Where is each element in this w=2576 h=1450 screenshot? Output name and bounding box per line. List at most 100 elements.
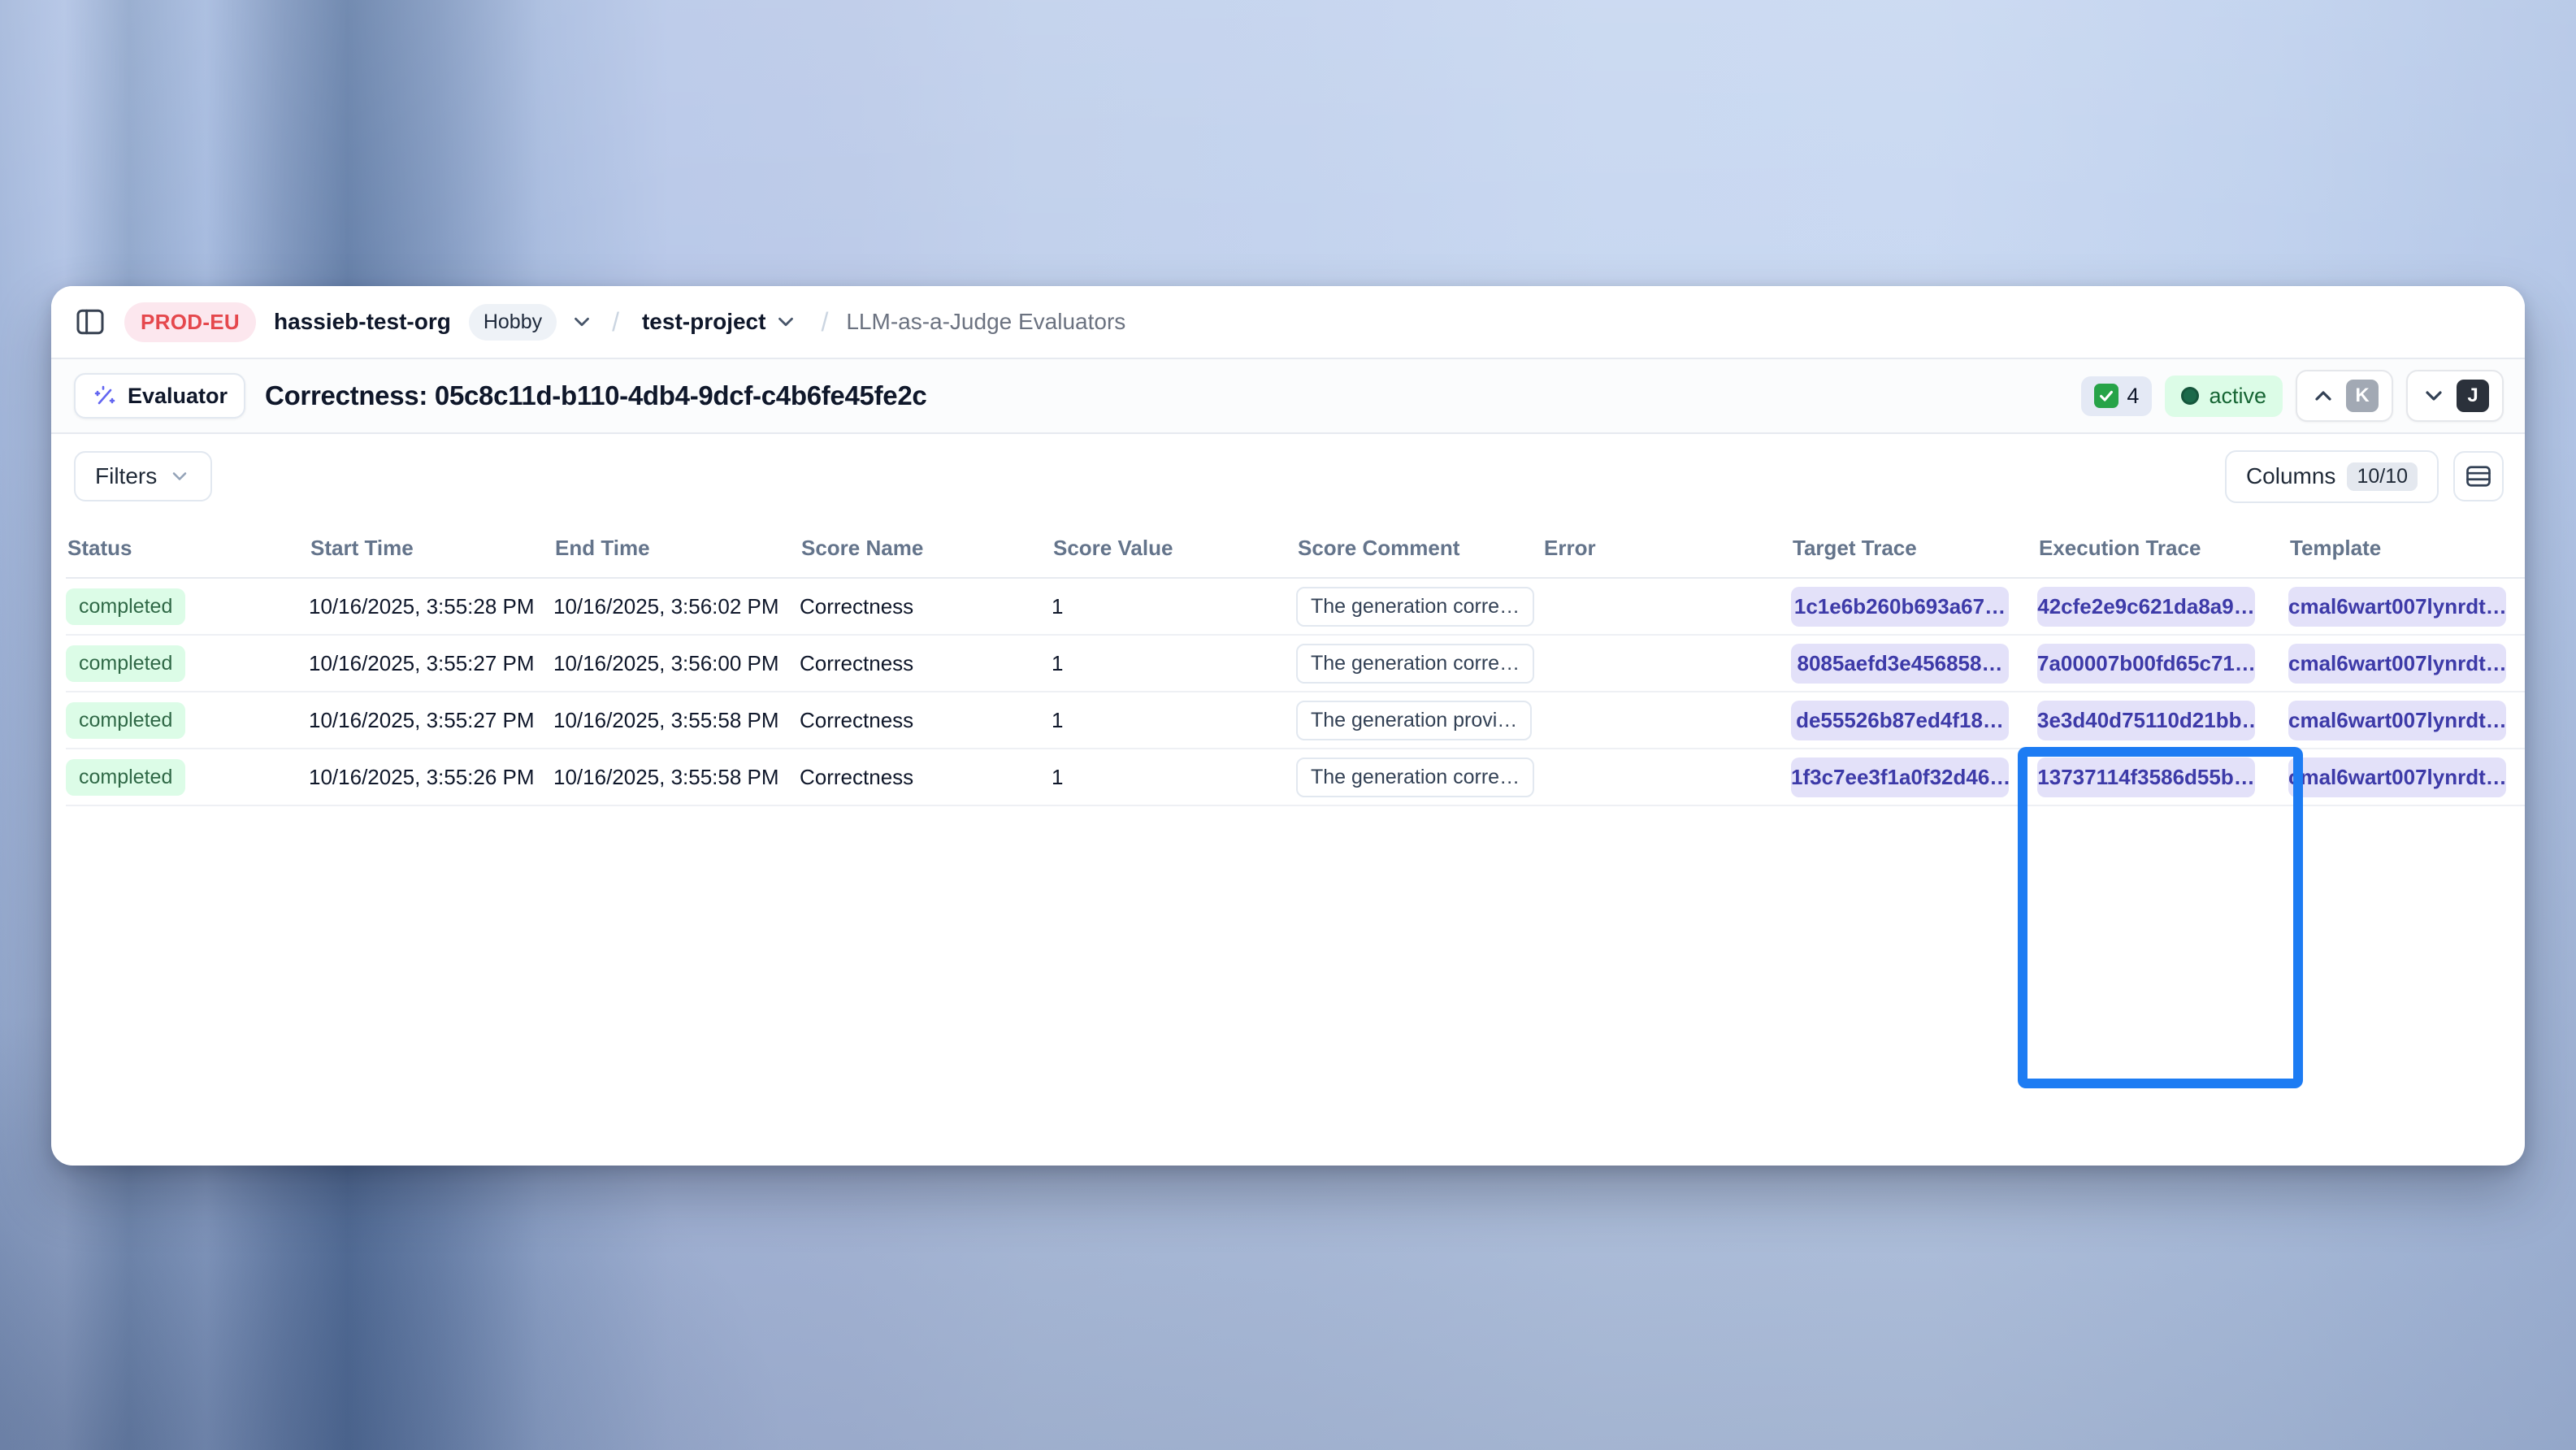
evaluation-count: 4 xyxy=(2127,384,2139,409)
evaluation-count-badge: 4 xyxy=(2081,376,2152,416)
project-switcher-button[interactable]: test-project xyxy=(637,308,803,336)
end-time-cell: 10/16/2025, 3:56:00 PM xyxy=(553,651,800,676)
start-time-cell: 10/16/2025, 3:55:26 PM xyxy=(309,765,553,790)
table-header-row: StatusStart TimeEnd TimeScore NameScore … xyxy=(66,519,2525,579)
table-row[interactable]: completed 10/16/2025, 3:55:27 PM 10/16/2… xyxy=(66,636,2525,692)
table-row[interactable]: completed 10/16/2025, 3:55:28 PM 10/16/2… xyxy=(66,579,2525,636)
template-link[interactable]: cmal6wart007lynrdt… xyxy=(2288,758,2506,797)
column-header-execution-trace: Execution Trace xyxy=(2037,536,2288,561)
end-time-cell: 10/16/2025, 3:55:58 PM xyxy=(553,708,800,733)
score-value-cell: 1 xyxy=(1052,651,1296,676)
execution-trace-link[interactable]: 42cfe2e9c621da8a9… xyxy=(2037,587,2255,627)
target-trace-cell: de55526b87ed4f18… xyxy=(1791,701,2037,740)
target-trace-cell: 1c1e6b260b693a67… xyxy=(1791,587,2037,627)
evaluator-type-badge[interactable]: Evaluator xyxy=(74,373,245,419)
target-trace-cell: 1f3c7ee3f1a0f32d46… xyxy=(1791,758,2037,797)
chevron-down-icon xyxy=(2421,383,2447,409)
environment-badge: PROD-EU xyxy=(124,302,256,342)
template-cell: cmal6wart007lynrdt… xyxy=(2288,758,2525,797)
table-row[interactable]: completed 10/16/2025, 3:55:27 PM 10/16/2… xyxy=(66,692,2525,749)
column-header-end-time: End Time xyxy=(553,536,800,561)
columns-count-badge: 10/10 xyxy=(2347,462,2418,491)
plan-badge: Hobby xyxy=(469,304,557,341)
shortcut-key-j: J xyxy=(2457,380,2489,412)
column-header-status: Status xyxy=(66,536,309,561)
navigate-down-button[interactable]: J xyxy=(2406,370,2504,422)
target-trace-link[interactable]: 8085aefd3e456858… xyxy=(1791,644,2009,684)
breadcrumb-separator: / xyxy=(612,307,619,337)
score-comment-pill[interactable]: The generation corre… xyxy=(1296,587,1534,627)
score-comment-pill[interactable]: The generation corre… xyxy=(1296,644,1534,684)
end-time-cell: 10/16/2025, 3:55:58 PM xyxy=(553,765,800,790)
status-badge: completed xyxy=(66,702,185,739)
score-comment-pill[interactable]: The generation provi… xyxy=(1296,701,1532,740)
table-row[interactable]: completed 10/16/2025, 3:55:26 PM 10/16/2… xyxy=(66,749,2525,806)
filters-button[interactable]: Filters xyxy=(74,451,212,501)
status-badge: completed xyxy=(66,759,185,796)
breadcrumb-project: test-project xyxy=(642,309,765,335)
score-name-cell: Correctness xyxy=(800,594,1052,619)
template-cell: cmal6wart007lynrdt… xyxy=(2288,701,2525,740)
column-header-score-value: Score Value xyxy=(1052,536,1296,561)
start-time-cell: 10/16/2025, 3:55:28 PM xyxy=(309,594,553,619)
target-trace-link[interactable]: de55526b87ed4f18… xyxy=(1791,701,2009,740)
start-time-cell: 10/16/2025, 3:55:27 PM xyxy=(309,651,553,676)
chevron-up-icon xyxy=(2310,383,2336,409)
template-cell: cmal6wart007lynrdt… xyxy=(2288,644,2525,684)
status-cell: completed xyxy=(66,702,309,739)
org-switcher-button[interactable] xyxy=(570,310,594,334)
execution-trace-link[interactable]: 7a00007b00fd65c71… xyxy=(2037,644,2255,684)
score-comment-cell: The generation corre… xyxy=(1296,587,1542,627)
column-header-template: Template xyxy=(2288,536,2525,561)
template-link[interactable]: cmal6wart007lynrdt… xyxy=(2288,587,2506,627)
template-cell: cmal6wart007lynrdt… xyxy=(2288,587,2525,627)
template-link[interactable]: cmal6wart007lynrdt… xyxy=(2288,644,2506,684)
sidebar-toggle-button[interactable] xyxy=(74,306,106,338)
chevron-down-icon xyxy=(168,465,191,488)
score-value-cell: 1 xyxy=(1052,708,1296,733)
target-trace-link[interactable]: 1f3c7ee3f1a0f32d46… xyxy=(1791,758,2009,797)
execution-trace-cell: 3e3d40d75110d21bb… xyxy=(2037,701,2288,740)
score-name-cell: Correctness xyxy=(800,651,1052,676)
columns-button[interactable]: Columns 10/10 xyxy=(2225,450,2439,503)
navigate-up-button[interactable]: K xyxy=(2296,370,2393,422)
wand-sparkles-icon xyxy=(92,383,118,409)
evaluations-table: StatusStart TimeEnd TimeScore NameScore … xyxy=(51,519,2525,1166)
score-comment-cell: The generation provi… xyxy=(1296,701,1542,740)
execution-trace-cell: 13737114f3586d55b… xyxy=(2037,758,2288,797)
score-comment-cell: The generation corre… xyxy=(1296,758,1542,797)
status-cell: completed xyxy=(66,588,309,625)
score-comment-pill[interactable]: The generation corre… xyxy=(1296,758,1534,797)
execution-trace-cell: 7a00007b00fd65c71… xyxy=(2037,644,2288,684)
breadcrumb-separator: / xyxy=(821,307,828,337)
evaluator-header: Evaluator Correctness: 05c8c11d-b110-4db… xyxy=(51,359,2525,434)
column-header-score-comment: Score Comment xyxy=(1296,536,1542,561)
score-value-cell: 1 xyxy=(1052,765,1296,790)
breadcrumb-org[interactable]: hassieb-test-org xyxy=(274,309,451,335)
end-time-cell: 10/16/2025, 3:56:02 PM xyxy=(553,594,800,619)
row-height-button[interactable] xyxy=(2453,451,2504,501)
score-value-cell: 1 xyxy=(1052,594,1296,619)
template-link[interactable]: cmal6wart007lynrdt… xyxy=(2288,701,2506,740)
table-body: completed 10/16/2025, 3:55:28 PM 10/16/2… xyxy=(66,579,2525,806)
page-title: Correctness: 05c8c11d-b110-4db4-9dcf-c4b… xyxy=(265,380,926,411)
execution-trace-link[interactable]: 3e3d40d75110d21bb… xyxy=(2037,701,2255,740)
table-toolbar: Filters Columns 10/10 xyxy=(51,434,2525,519)
column-header-score-name: Score Name xyxy=(800,536,1052,561)
start-time-cell: 10/16/2025, 3:55:27 PM xyxy=(309,708,553,733)
status-cell: completed xyxy=(66,645,309,682)
status-badge: completed xyxy=(66,645,185,682)
breadcrumb-section: LLM-as-a-Judge Evaluators xyxy=(846,309,1125,335)
status-cell: completed xyxy=(66,759,309,796)
column-header-error: Error xyxy=(1542,536,1791,561)
status-badge: active xyxy=(2165,376,2283,417)
target-trace-cell: 8085aefd3e456858… xyxy=(1791,644,2037,684)
check-square-icon xyxy=(2094,384,2118,408)
score-name-cell: Correctness xyxy=(800,765,1052,790)
execution-trace-link[interactable]: 13737114f3586d55b… xyxy=(2037,758,2255,797)
rows-icon xyxy=(2464,462,2493,491)
target-trace-link[interactable]: 1c1e6b260b693a67… xyxy=(1791,587,2009,627)
panel-left-icon xyxy=(74,306,106,338)
score-comment-cell: The generation corre… xyxy=(1296,644,1542,684)
column-header-target-trace: Target Trace xyxy=(1791,536,2037,561)
